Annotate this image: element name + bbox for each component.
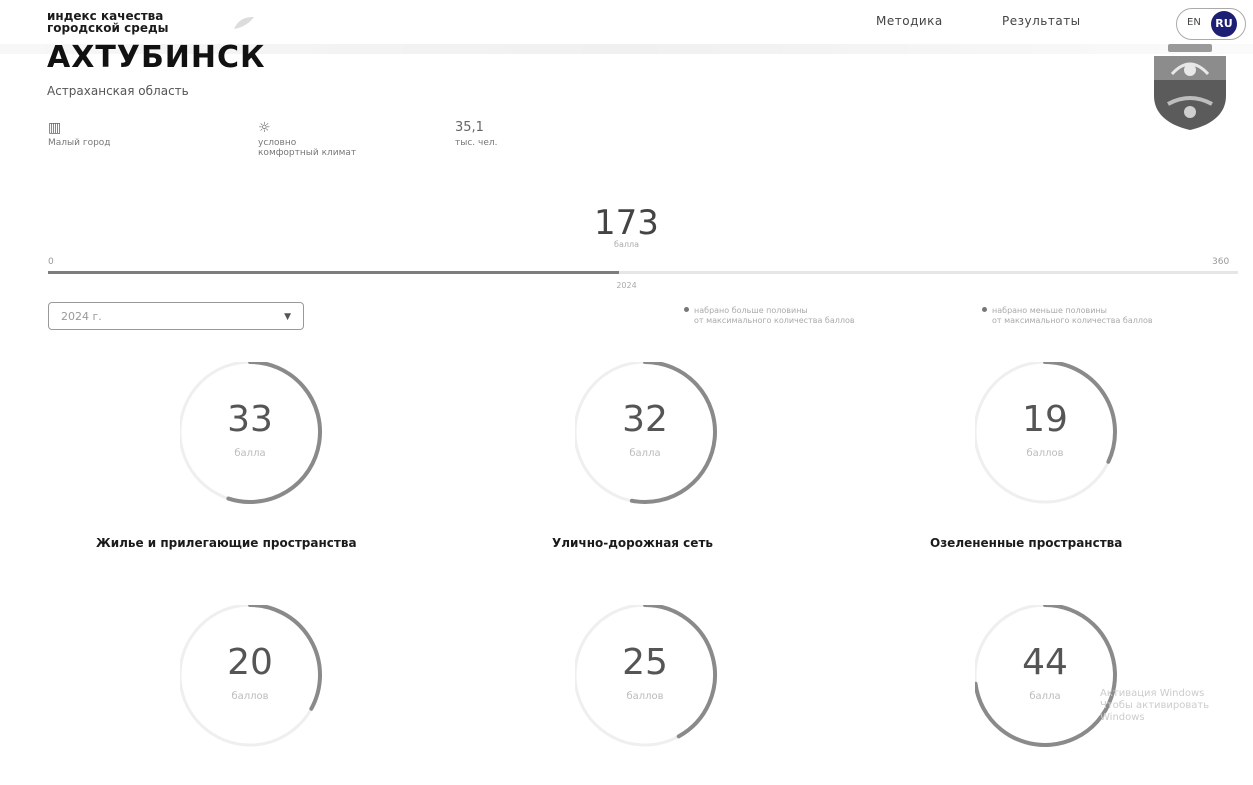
watermark-line-2: Чтобы активировать Windows bbox=[1100, 700, 1210, 723]
legend-above-line-2: от максимального количества баллов bbox=[694, 316, 855, 325]
language-switch[interactable]: EN RU bbox=[1176, 8, 1246, 40]
category-score: 19 bbox=[1022, 399, 1068, 440]
feature-population: 35,1 тыс. чел. bbox=[455, 120, 498, 148]
score-progress-track bbox=[48, 271, 1238, 274]
year-select-value: 2024 г. bbox=[61, 310, 102, 323]
city-region: Астраханская область bbox=[47, 84, 189, 98]
population-unit: тыс. чел. bbox=[455, 138, 498, 148]
category-title-housing[interactable]: Жилье и прилегающие пространства bbox=[96, 536, 357, 550]
nav-methodology[interactable]: Методика bbox=[876, 14, 943, 28]
scale-max-label: 360 bbox=[1212, 257, 1230, 267]
category-score: 32 bbox=[622, 399, 668, 440]
watermark-line-1: Активация Windows bbox=[1100, 688, 1205, 699]
category-score: 20 bbox=[227, 642, 273, 683]
leaf-icon bbox=[234, 17, 254, 29]
feature-city-type: ▥ Малый город bbox=[48, 120, 111, 148]
legend-below-half: набрано меньше половины от максимального… bbox=[982, 306, 1153, 326]
total-score-value: 173 bbox=[594, 203, 659, 243]
chevron-down-icon: ▼ bbox=[284, 312, 291, 322]
city-emblem-icon bbox=[1154, 44, 1226, 130]
windows-activation-watermark: Активация Windows Чтобы активировать Win… bbox=[1100, 688, 1253, 724]
category-score-unit: баллов bbox=[626, 691, 664, 702]
category-score-unit: баллов bbox=[231, 691, 269, 702]
brand-line-2: городской среды bbox=[47, 21, 169, 35]
population-value: 35,1 bbox=[455, 120, 484, 135]
legend-above-line-1: набрано больше половины bbox=[694, 306, 808, 315]
category-card-4[interactable]: 20 баллов bbox=[180, 605, 360, 785]
feature-climate: ☼ условно комфортный климат bbox=[258, 120, 356, 158]
building-icon: ▥ bbox=[48, 120, 62, 136]
legend-below-line-2: от максимального количества баллов bbox=[992, 316, 1153, 325]
legend-above-half: набрано больше половины от максимального… bbox=[684, 306, 855, 326]
climate-line-2: комфортный климат bbox=[258, 148, 357, 158]
scale-min-label: 0 bbox=[48, 257, 54, 267]
category-score-unit: балла bbox=[1029, 691, 1061, 702]
category-card-housing[interactable]: 33 балла bbox=[180, 362, 360, 542]
climate-line-1: условно bbox=[258, 138, 297, 148]
category-score-unit: балла bbox=[629, 448, 661, 459]
category-score-unit: баллов bbox=[1026, 448, 1064, 459]
legend-dot-icon bbox=[982, 307, 987, 312]
year-select[interactable]: 2024 г. ▼ bbox=[48, 302, 304, 330]
category-score: 44 bbox=[1022, 642, 1068, 683]
brand-logo[interactable]: индекс качества городской среды bbox=[47, 10, 254, 35]
legend-dot-icon bbox=[684, 307, 689, 312]
category-score: 25 bbox=[622, 642, 668, 683]
sun-icon: ☼ bbox=[258, 120, 271, 136]
category-score: 33 bbox=[227, 399, 273, 440]
nav-results[interactable]: Результаты bbox=[1002, 14, 1081, 28]
total-score-unit: балла bbox=[614, 240, 639, 249]
total-score: 173 балла bbox=[0, 206, 1253, 249]
category-score-unit: балла bbox=[234, 448, 266, 459]
city-title: АХТУБИНСК bbox=[47, 40, 266, 75]
city-type-label: Малый город bbox=[48, 138, 111, 148]
lang-en-button[interactable]: EN bbox=[1187, 17, 1201, 28]
lang-ru-button[interactable]: RU bbox=[1211, 11, 1237, 37]
category-title-roads[interactable]: Улично-дорожная сеть bbox=[552, 536, 713, 550]
category-card-5[interactable]: 25 баллов bbox=[575, 605, 755, 785]
progress-year-marker: 2024 bbox=[616, 281, 637, 290]
score-progress-fill bbox=[48, 271, 620, 274]
category-card-roads[interactable]: 32 балла bbox=[575, 362, 755, 542]
legend-below-line-1: набрано меньше половины bbox=[992, 306, 1107, 315]
category-title-green[interactable]: Озелененные пространства bbox=[930, 536, 1122, 550]
category-card-green[interactable]: 19 баллов bbox=[975, 362, 1155, 542]
